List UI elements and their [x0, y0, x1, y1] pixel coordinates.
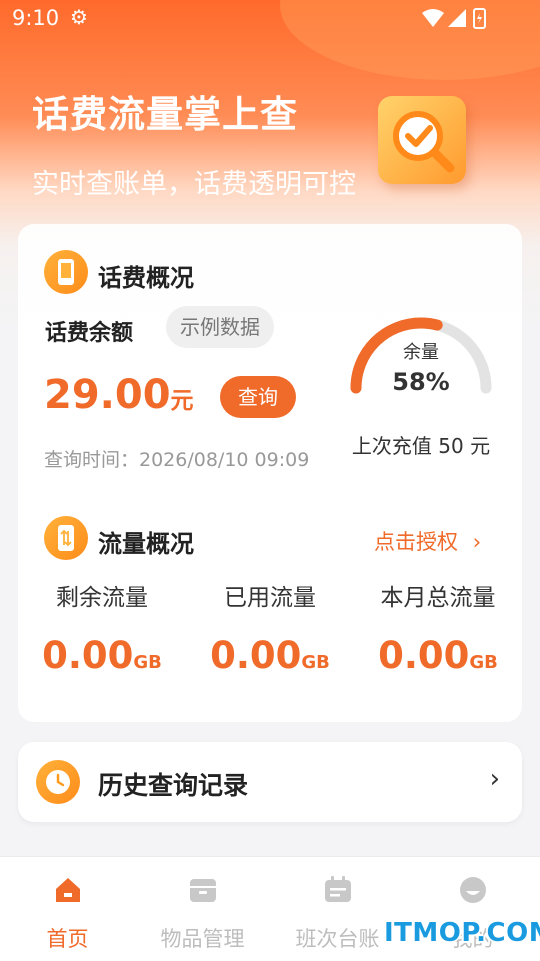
flow-remaining: 剩余流量 0.00GB	[18, 578, 186, 677]
hero-title: 话费流量掌上查	[32, 93, 298, 136]
data-flow-icon	[44, 516, 88, 560]
balance-amount: 29.00元	[44, 372, 194, 418]
flow-number: 0.00	[210, 634, 302, 677]
authorize-link[interactable]: 点击授权 ›	[374, 526, 481, 556]
signal-icon	[448, 9, 466, 27]
flow-number: 0.00	[378, 634, 470, 677]
history-label: 历史查询记录	[98, 771, 249, 800]
last-recharge: 上次充值 50 元	[351, 434, 491, 458]
wifi-icon	[422, 9, 444, 27]
bill-section-title: 话费概况	[98, 264, 194, 292]
clock-icon	[36, 760, 80, 804]
watermark-logo: ITMOP.COM	[384, 918, 540, 948]
balance-unit: 元	[170, 388, 194, 414]
flow-number: 0.00	[42, 634, 134, 677]
gauge-percent: 58%	[392, 368, 450, 396]
flow-used: 已用流量 0.00GB	[186, 578, 354, 677]
flow-label: 已用流量	[224, 585, 316, 611]
balance-label: 话费余额	[45, 321, 134, 346]
flow-total: 本月总流量 0.00GB	[354, 578, 522, 677]
query-time: 查询时间：2026/08/10 09:09	[44, 449, 310, 471]
hero-subtitle: 实时查账单，话费透明可控	[32, 169, 356, 200]
flow-label: 本月总流量	[380, 585, 496, 611]
chevron-right-icon: ›	[472, 530, 482, 554]
overview-card: 话费概况 话费余额 示例数据 29.00元 查询 查询时间：2026/08/10…	[18, 224, 522, 722]
flow-unit: GB	[133, 652, 162, 673]
calendar-icon	[324, 876, 351, 902]
flow-value: 0.00GB	[354, 634, 522, 677]
home-icon	[55, 878, 80, 902]
tab-home[interactable]: 首页	[0, 875, 135, 953]
flow-value: 0.00GB	[186, 634, 354, 677]
profile-icon	[459, 877, 486, 903]
sample-data-tag: 示例数据	[166, 306, 274, 348]
history-record-row[interactable]: 历史查询记录 ›	[18, 742, 522, 822]
tab-item-management[interactable]: 物品管理	[135, 875, 270, 953]
status-bar: 9:10 ⚙	[0, 0, 540, 38]
flow-section-title: 流量概况	[98, 530, 194, 558]
status-time: 9:10	[12, 6, 60, 30]
search-check-icon	[378, 96, 466, 184]
flow-value: 0.00GB	[18, 634, 186, 677]
tab-label: 物品管理	[160, 927, 245, 951]
chevron-right-icon: ›	[489, 764, 500, 794]
gauge-label: 余量	[403, 342, 439, 363]
phone-icon	[44, 250, 88, 294]
tab-label: 首页	[46, 927, 89, 951]
flow-unit: GB	[301, 652, 330, 673]
flow-unit: GB	[469, 652, 498, 673]
settings-icon: ⚙	[70, 5, 88, 29]
flow-label: 剩余流量	[56, 585, 148, 611]
box-icon	[189, 879, 216, 902]
status-icons	[422, 8, 486, 29]
authorize-link-label: 点击授权	[374, 530, 458, 554]
query-button[interactable]: 查询	[220, 376, 296, 418]
balance-value: 29.00	[44, 372, 171, 418]
